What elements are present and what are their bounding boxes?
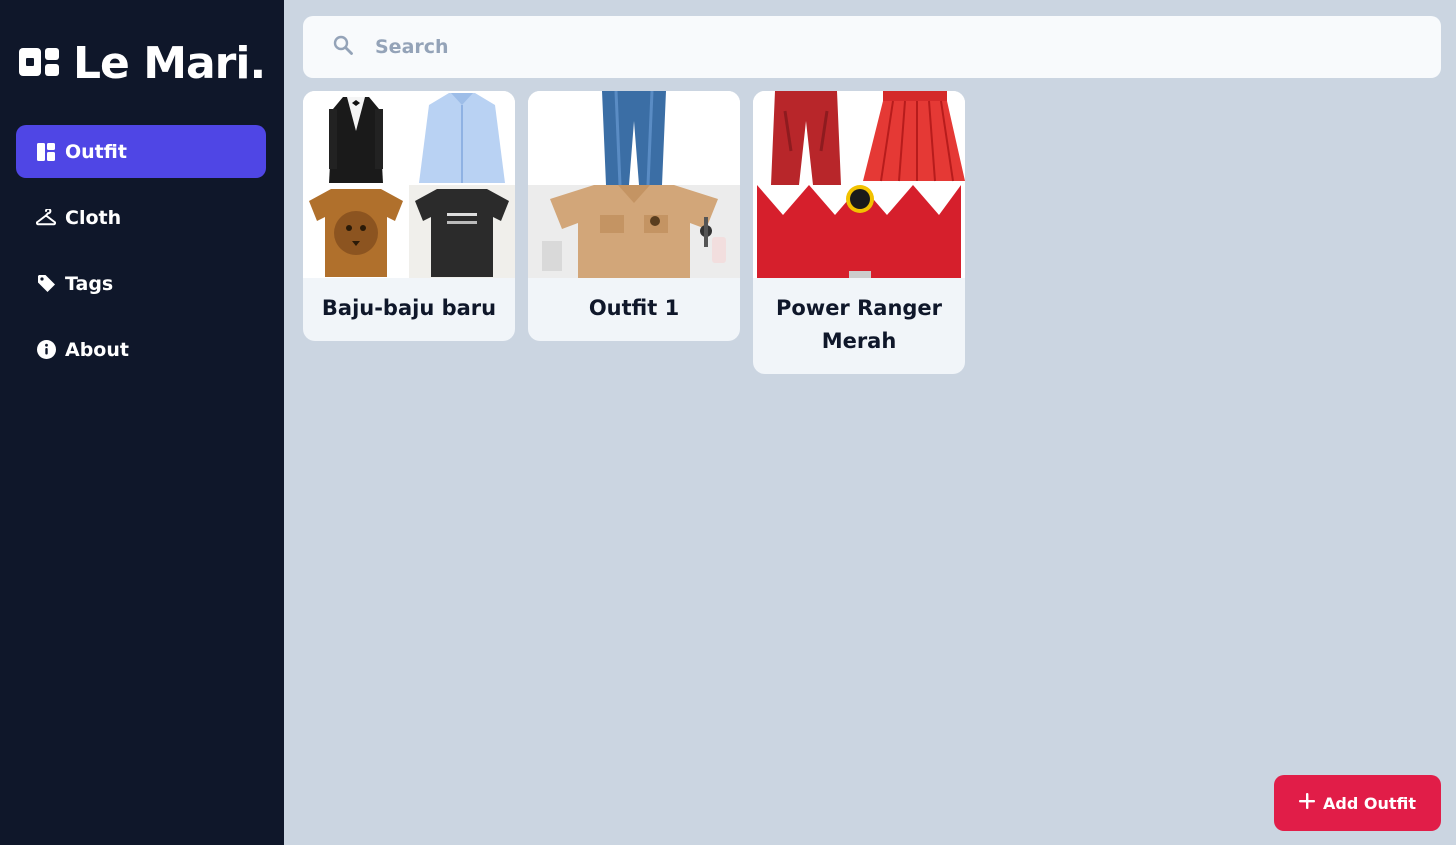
info-icon (36, 340, 56, 360)
hanger-icon (36, 208, 56, 228)
outfit-title: Baju-baju baru (321, 296, 497, 320)
add-outfit-button[interactable]: Add Outfit (1274, 775, 1441, 831)
app-logo-icon (19, 48, 59, 80)
dashboard-icon (36, 142, 56, 162)
sidebar-nav: Outfit Cloth Tags About (16, 125, 266, 389)
plus-icon (1298, 793, 1315, 813)
outfit-card[interactable]: Baju-baju baru (303, 91, 515, 341)
add-outfit-label: Add Outfit (1322, 793, 1416, 813)
outfit-card[interactable]: Outfit 1 (528, 91, 740, 341)
outfit-title: Power Ranger Merah (775, 296, 943, 353)
search-input[interactable] (375, 36, 1375, 58)
search-icon (333, 35, 353, 59)
app-logo[interactable]: Le Mari. (19, 38, 266, 90)
sidebar-item-tags[interactable]: Tags (16, 257, 266, 310)
outfit-grid: Baju-baju baru Outfit 1 Power Ranger Mer… (303, 91, 965, 374)
sidebar-item-cloth[interactable]: Cloth (16, 191, 266, 244)
tag-icon (36, 274, 56, 294)
outfit-title: Outfit 1 (588, 296, 680, 320)
outfit-thumbnail (303, 91, 515, 278)
sidebar-item-label: Outfit (65, 140, 127, 163)
outfit-thumbnail (528, 91, 740, 278)
app-name: Le Mari. (73, 38, 266, 89)
sidebar-item-label: Tags (65, 272, 114, 295)
search-bar (303, 16, 1441, 78)
sidebar-item-about[interactable]: About (16, 323, 266, 376)
outfit-thumbnail (753, 91, 965, 278)
sidebar-item-label: About (65, 338, 129, 361)
sidebar: Le Mari. Outfit Cloth Tags About (0, 0, 284, 845)
sidebar-item-label: Cloth (65, 206, 122, 229)
sidebar-item-outfit[interactable]: Outfit (16, 125, 266, 178)
outfit-card[interactable]: Power Ranger Merah (753, 91, 965, 374)
